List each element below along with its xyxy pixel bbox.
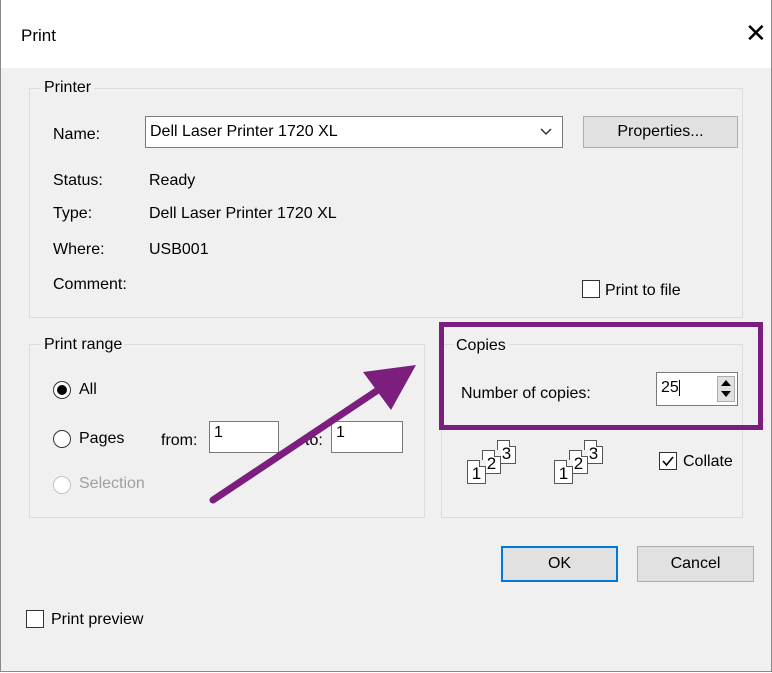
checkmark-icon (662, 456, 674, 467)
selection-radio-label: Selection (79, 475, 145, 492)
all-radio[interactable] (53, 381, 71, 399)
radio-selected-dot (57, 385, 67, 395)
status-value: Ready (149, 172, 196, 189)
from-label: from: (161, 432, 198, 449)
type-value: Dell Laser Printer 1720 XL (149, 205, 337, 222)
print-preview-label: Print preview (51, 611, 144, 628)
copies-highlight-box (439, 322, 763, 430)
dialog-title: Print (21, 26, 56, 45)
print-to-file-label: Print to file (605, 282, 681, 299)
type-label: Type: (53, 205, 93, 222)
print-range-legend: Print range (41, 336, 126, 354)
cancel-button-label: Cancel (670, 555, 721, 572)
annotation-arrow-icon (209, 365, 416, 504)
where-value: USB001 (149, 241, 209, 258)
selection-radio[interactable] (53, 476, 71, 494)
ok-button[interactable]: OK (501, 546, 618, 582)
ok-button-label: OK (547, 555, 572, 572)
comment-label: Comment: (53, 276, 127, 293)
printer-legend: Printer (41, 79, 95, 97)
print-preview-checkbox[interactable] (26, 610, 44, 628)
name-label: Name: (53, 126, 101, 143)
collate-illustration: 3 2 1 3 2 1 (467, 440, 627, 490)
print-to-file-checkbox[interactable] (582, 280, 600, 298)
properties-button[interactable]: Properties... (583, 116, 738, 148)
pages-radio[interactable] (53, 430, 71, 448)
collate-label: Collate (683, 453, 733, 470)
status-label: Status: (53, 172, 103, 189)
printer-name-value: Dell Laser Printer 1720 XL (150, 123, 338, 140)
printer-name-select[interactable]: Dell Laser Printer 1720 XL (145, 116, 563, 148)
cancel-button[interactable]: Cancel (637, 546, 754, 582)
pages-radio-label: Pages (79, 430, 125, 447)
page-icon: 1 (554, 460, 573, 484)
page-icon: 1 (467, 460, 486, 484)
all-radio-label: All (79, 381, 97, 398)
properties-button-label: Properties... (617, 123, 704, 140)
close-icon[interactable]: ✕ (745, 20, 767, 46)
chevron-down-icon (540, 128, 552, 136)
print-dialog: Print ✕ Printer Name: Dell Laser Printer… (0, 0, 772, 672)
where-label: Where: (53, 241, 105, 258)
collate-checkbox[interactable] (659, 452, 677, 470)
title-bar: Print ✕ (1, 0, 771, 68)
